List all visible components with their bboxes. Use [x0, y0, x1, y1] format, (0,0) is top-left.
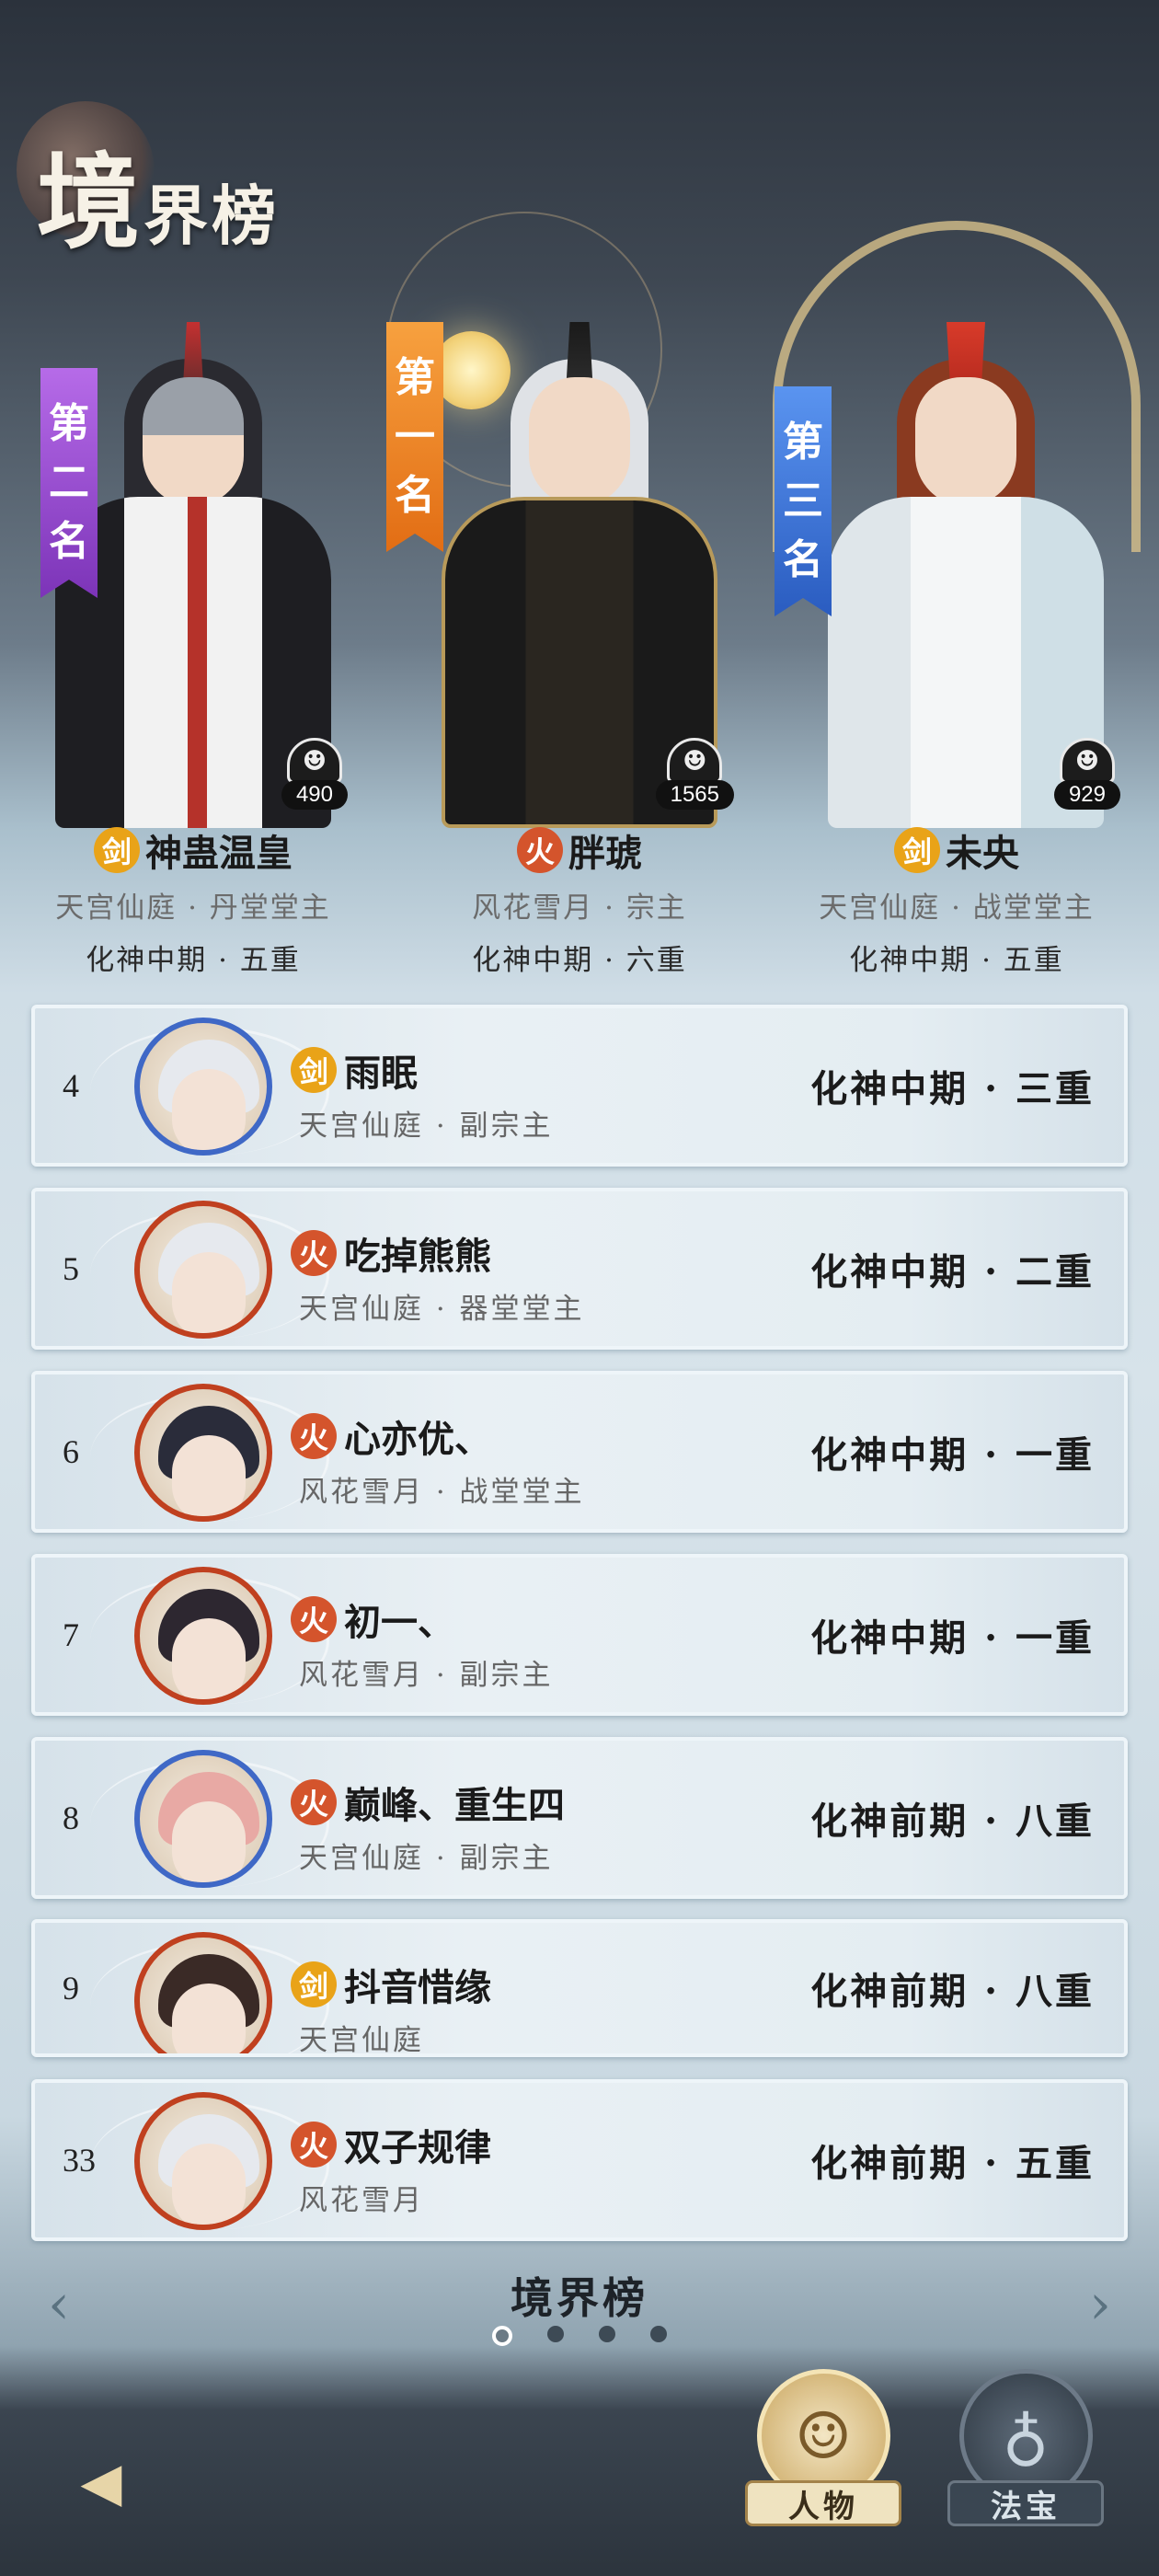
avatar[interactable] — [134, 1201, 272, 1339]
player-name: 初一、 — [344, 1601, 454, 1644]
player-name: 胖琥 — [568, 832, 642, 875]
top3-info-1: 火胖琥 风花雪月 · 宗主 化神中期 · 六重 — [396, 823, 763, 978]
player-name: 巅峰、重生四 — [344, 1784, 565, 1827]
player-realm: 化神中期 · 一重 — [810, 1433, 1095, 1477]
player-sect: 天宫仙庭 · 战堂堂主 — [819, 891, 1095, 925]
player-sect: 天宫仙庭 · 副宗主 — [299, 1110, 554, 1143]
fire-class-icon: 火 — [291, 1230, 337, 1276]
page-indicator — [0, 2326, 1159, 2346]
player-name: 心亦优、 — [344, 1418, 491, 1461]
player-sect: 风花雪月 · 战堂堂主 — [299, 1476, 585, 1509]
power-badge: ☻ 929 — [1053, 738, 1120, 810]
avatar[interactable] — [134, 1750, 272, 1888]
player-realm: 化神前期 · 五重 — [810, 2142, 1095, 2185]
tab-character[interactable]: ☺ 人物 — [745, 2369, 901, 2553]
portrait-silhouette-icon: ☻ — [667, 738, 723, 784]
table-row[interactable]: 4 剑雨眠天宫仙庭 · 副宗主 化神中期 · 三重 — [31, 1005, 1128, 1167]
player-realm: 化神中期 · 五重 — [849, 944, 1064, 977]
fire-class-icon: 火 — [291, 1413, 337, 1459]
sword-class-icon: 剑 — [94, 827, 140, 873]
table-row[interactable]: 7 火初一、风花雪月 · 副宗主 化神中期 · 一重 — [31, 1554, 1128, 1716]
player-realm: 化神中期 · 二重 — [810, 1250, 1095, 1294]
top3-info-2: 剑神蛊温皇 天宫仙庭 · 丹堂堂主 化神中期 · 五重 — [9, 823, 377, 978]
player-name: 未央 — [946, 832, 1019, 875]
rank-number: 33 — [63, 2142, 96, 2179]
back-arrow-icon[interactable]: ◂ — [46, 2429, 156, 2530]
page-title: 境界榜 — [37, 143, 280, 263]
rank-banner: 第一名 — [386, 322, 443, 552]
tab-treasure[interactable]: ♁ 法宝 — [947, 2369, 1104, 2553]
avatar[interactable] — [134, 1018, 272, 1156]
page-dot[interactable] — [492, 2326, 512, 2346]
rank-banner: 第三名 — [775, 386, 832, 616]
player-name: 雨眠 — [344, 1052, 418, 1095]
avatar[interactable] — [134, 1567, 272, 1705]
podium-rank-3[interactable]: 第三名 ☻ 929 — [773, 221, 1141, 828]
portrait-silhouette-icon: ☻ — [286, 738, 342, 784]
page-dot[interactable] — [547, 2326, 564, 2342]
top3-info-3: 剑未央 天宫仙庭 · 战堂堂主 化神中期 · 五重 — [773, 823, 1141, 978]
player-sect: 风花雪月 · 副宗主 — [299, 1659, 554, 1692]
podium-rank-2[interactable]: 第二名 ☻ 490 — [28, 304, 359, 828]
player-sect: 天宫仙庭 · 器堂堂主 — [299, 1293, 585, 1326]
portrait-silhouette-icon: ☻ — [1059, 738, 1115, 784]
player-name: 吃掉熊熊 — [344, 1235, 491, 1278]
power-badge: ☻ 1565 — [655, 738, 734, 810]
player-sect: 天宫仙庭 · 丹堂堂主 — [55, 891, 331, 925]
rank-number: 9 — [63, 1970, 79, 2007]
rank-number: 4 — [63, 1067, 79, 1104]
player-realm: 化神中期 · 三重 — [810, 1067, 1095, 1110]
board-title: 境界榜 — [511, 2273, 648, 2323]
player-sect: 风花雪月 — [299, 2184, 424, 2217]
player-realm: 化神中期 · 六重 — [472, 944, 687, 977]
player-realm: 化神中期 · 一重 — [810, 1616, 1095, 1660]
rank-number: 8 — [63, 1800, 79, 1836]
rank-number: 7 — [63, 1616, 79, 1653]
sword-class-icon: 剑 — [291, 1047, 337, 1093]
avatar[interactable] — [134, 1384, 272, 1522]
player-sect: 风花雪月 · 宗主 — [472, 891, 687, 925]
avatar[interactable] — [134, 2092, 272, 2230]
rank-number: 6 — [63, 1433, 79, 1470]
page-dot[interactable] — [650, 2326, 667, 2342]
player-name: 神蛊温皇 — [145, 832, 293, 875]
player-realm: 化神中期 · 五重 — [86, 944, 301, 977]
player-realm: 化神前期 · 八重 — [810, 1970, 1095, 2013]
page-dot[interactable] — [599, 2326, 615, 2342]
table-row[interactable]: 33 火双子规律风花雪月 化神前期 · 五重 — [31, 2079, 1128, 2241]
rank-banner: 第二名 — [40, 368, 98, 598]
podium-rank-1[interactable]: 第一名 ☻ 1565 — [386, 304, 745, 828]
player-sect: 天宫仙庭 · 副宗主 — [299, 1842, 554, 1875]
fire-class-icon: 火 — [517, 827, 563, 873]
table-row[interactable]: 8 火巅峰、重生四天宫仙庭 · 副宗主 化神前期 · 八重 — [31, 1737, 1128, 1899]
table-row[interactable]: 9 剑抖音惜缘天宫仙庭 化神前期 · 八重 — [31, 1919, 1128, 2057]
player-sect: 天宫仙庭 — [299, 2024, 424, 2057]
power-badge: ☻ 490 — [281, 738, 348, 810]
rank-number: 5 — [63, 1250, 79, 1287]
fire-class-icon: 火 — [291, 2122, 337, 2168]
table-row[interactable]: 6 火心亦优、风花雪月 · 战堂堂主 化神中期 · 一重 — [31, 1371, 1128, 1533]
table-row[interactable]: 5 火吃掉熊熊天宫仙庭 · 器堂堂主 化神中期 · 二重 — [31, 1188, 1128, 1350]
sword-class-icon: 剑 — [894, 827, 940, 873]
player-name: 双子规律 — [344, 2126, 491, 2169]
sword-class-icon: 剑 — [291, 1961, 337, 2007]
player-realm: 化神前期 · 八重 — [810, 1800, 1095, 1843]
fire-class-icon: 火 — [291, 1779, 337, 1825]
player-name: 抖音惜缘 — [344, 1966, 491, 2009]
fire-class-icon: 火 — [291, 1596, 337, 1642]
